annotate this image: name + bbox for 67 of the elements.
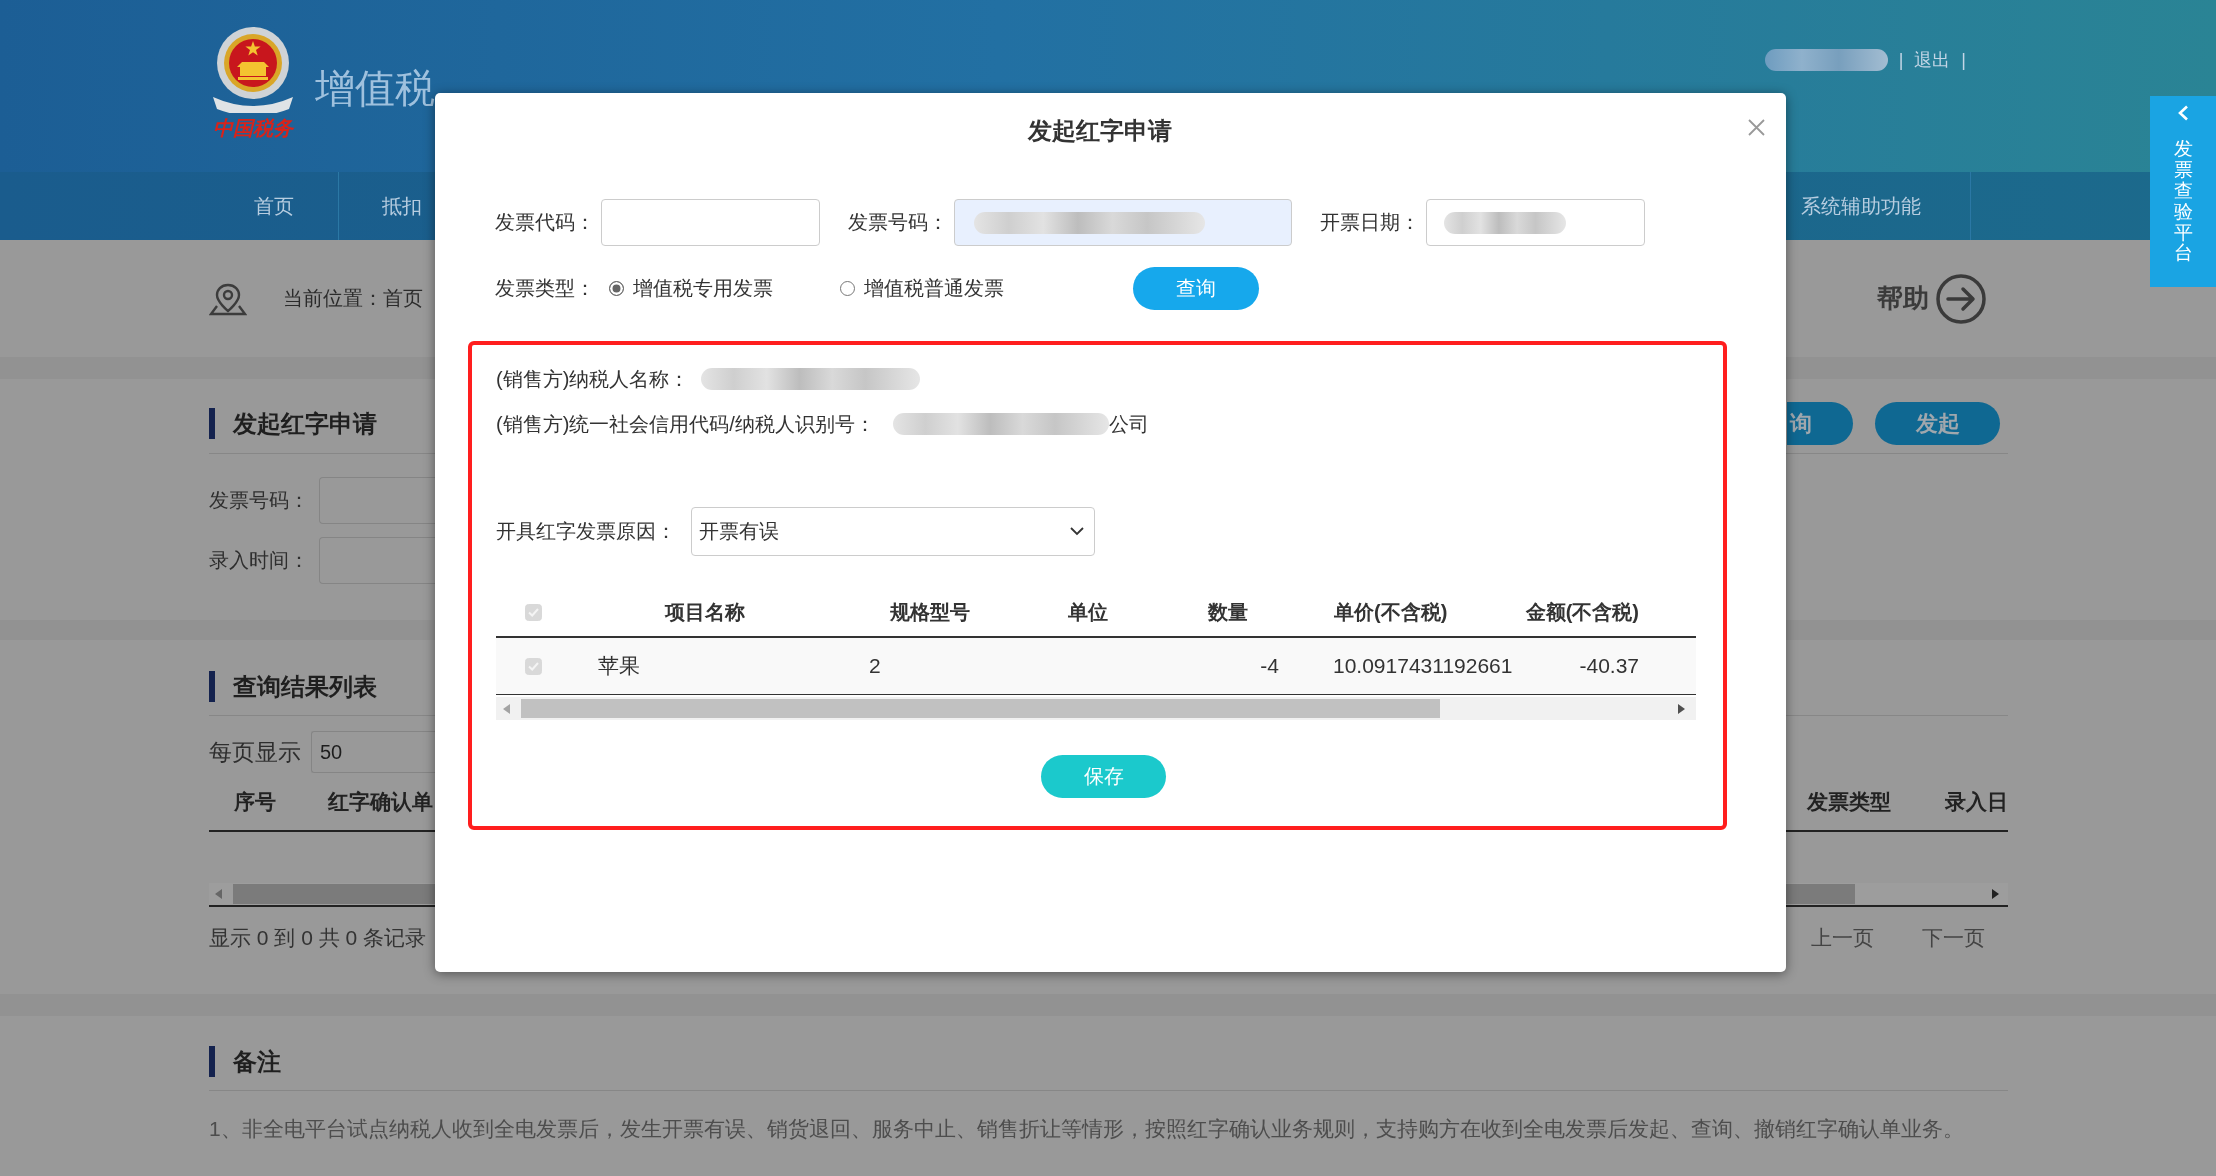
column-header: 项目名称 <box>665 599 745 625</box>
reason-dropdown[interactable]: 开票有误 <box>691 507 1095 556</box>
action-button[interactable]: 询 <box>1787 402 1853 445</box>
table-cell-text: 苹果 <box>598 653 640 679</box>
scrollbar-thumb[interactable] <box>521 699 1440 718</box>
column-header: 金额(不含税) <box>1525 599 1639 625</box>
section-title: 备注 <box>209 1046 281 1077</box>
separator: | <box>1898 49 1904 72</box>
radio-button[interactable] <box>609 281 624 296</box>
column-header: 发票类型 <box>1807 788 1891 815</box>
pager-link[interactable]: 上一页 <box>1811 925 1874 951</box>
table-cell: -4 <box>1260 654 1279 678</box>
map-pin-icon <box>209 281 247 316</box>
scroll-left-icon[interactable] <box>215 889 222 899</box>
separator: | <box>1961 49 1966 72</box>
logo-text: 中国税务 <box>213 116 293 141</box>
input-field[interactable] <box>601 199 820 246</box>
column-header: 数量 <box>1207 599 1248 625</box>
close-icon[interactable] <box>1748 119 1765 136</box>
column-header: 单位 <box>1067 599 1108 625</box>
field-label: 开票日期： <box>1320 210 1421 235</box>
field-label: 发票号码： <box>209 488 310 513</box>
column-header: 序号 <box>234 788 276 815</box>
chevron-left-icon <box>2177 105 2189 121</box>
scroll-left-icon[interactable] <box>503 703 510 714</box>
record-summary: 显示 0 到 0 共 0 条记录 <box>209 925 427 951</box>
field-label: 发票代码： <box>495 210 596 235</box>
seller-value: 公司 <box>1108 411 1149 437</box>
dialog-title: 发起红字申请 <box>1027 116 1172 146</box>
column-header: 录入日 <box>1945 788 2008 815</box>
breadcrumb-text: 当前位置：首页 <box>283 286 423 311</box>
help-link[interactable]: 帮助 <box>1877 273 1986 324</box>
action-button[interactable]: 发起 <box>1875 402 2000 445</box>
page-size-label: 每页显示 <box>209 737 301 767</box>
nav-item[interactable]: 首页 <box>209 172 339 240</box>
column-header: 红字确认单 <box>328 788 433 815</box>
side-tab[interactable]: 发票查验平台 <box>2150 96 2216 287</box>
header-link[interactable]: 退出 <box>1914 48 1951 72</box>
table-cell: 10.0917431192661 <box>1333 654 1513 678</box>
scroll-right-icon[interactable] <box>1678 703 1685 714</box>
seller-label: (销售方)纳税人名称： <box>496 366 690 392</box>
field-label: 开具红字发票原因： <box>496 519 676 544</box>
input-field[interactable] <box>1426 199 1645 246</box>
table-cell: 2 <box>869 654 881 678</box>
query-button[interactable]: 查询 <box>1133 267 1259 310</box>
radio-button[interactable] <box>840 281 855 296</box>
option-label: 增值税专用发票 <box>633 276 773 301</box>
seller-label: (销售方)统一社会信用代码/纳税人识别号： <box>496 411 875 437</box>
column-header: 规格型号 <box>890 599 970 625</box>
chevron-down-icon <box>1070 527 1084 536</box>
field-label: 发票类型： <box>495 276 596 301</box>
site-title: 增值税 <box>315 65 435 111</box>
horizontal-scrollbar[interactable] <box>496 697 1696 720</box>
arrow-right-circle-icon <box>1936 273 1986 324</box>
scroll-right-icon[interactable] <box>1992 889 1999 899</box>
table-cell: -40.37 <box>1579 654 1639 678</box>
section-title: 查询结果列表 <box>209 671 377 702</box>
column-header: 单价(不含税) <box>1334 599 1448 625</box>
pager-link[interactable]: 下一页 <box>1922 925 1985 951</box>
save-button[interactable]: 保存 <box>1041 755 1166 798</box>
input-field[interactable] <box>954 199 1292 246</box>
option-label: 增值税普通发票 <box>864 276 1004 301</box>
nav-item[interactable]: 抵扣 <box>339 172 435 240</box>
field-label: 录入时间： <box>209 548 310 573</box>
field-label: 发票号码： <box>848 210 949 235</box>
note-text: 1、非全电平台试点纳税人收到全电发票后，发生开票有误、销货退回、服务中止、销售折让等情形，按照红字确认业务规则，支持购方在收到全电发票后发起、查询、撤销红字确认单业务。 <box>209 1116 1965 1142</box>
section-title: 发起红字申请 <box>209 408 377 439</box>
